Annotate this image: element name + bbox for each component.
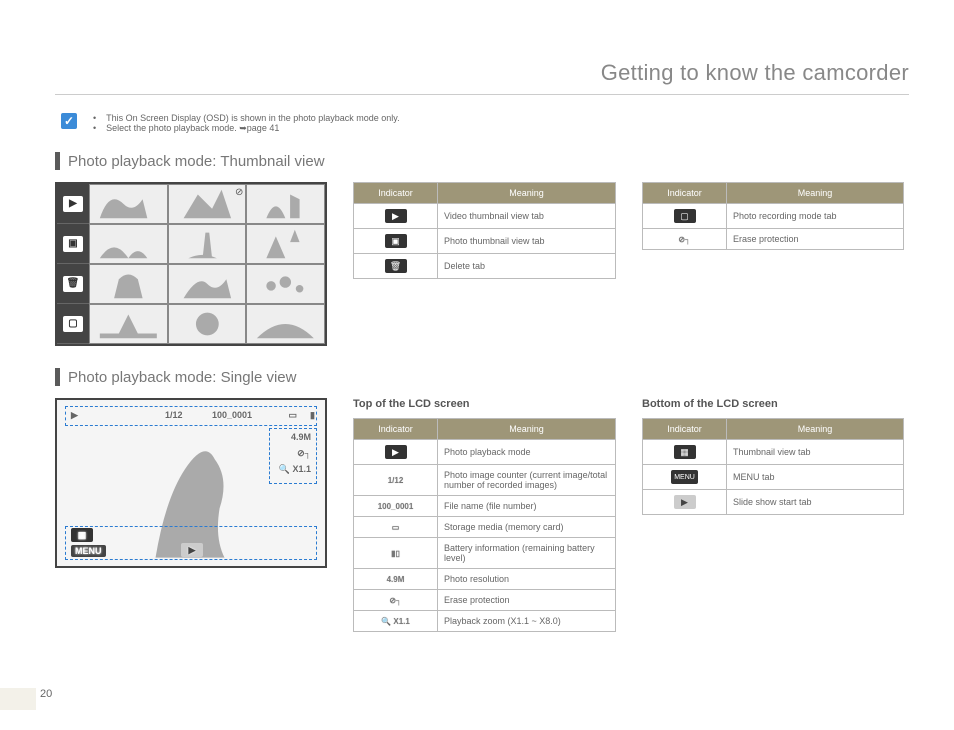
image-counter: 1/12	[165, 410, 183, 420]
section-heading-thumbnail: Photo playback mode: Thumbnail view	[55, 152, 909, 170]
erase-protect-icon: ⊘┐	[678, 235, 690, 244]
erase-protect-icon: ⊘┐	[389, 596, 401, 605]
photo-record-tab-icon: ▢	[674, 209, 696, 223]
video-thumb-tab-icon: ▶	[385, 209, 407, 223]
zoom-indicator: 🔍 X1.1	[381, 617, 410, 626]
page-number-bar	[0, 688, 36, 710]
playback-zoom: X1.1	[292, 464, 311, 474]
photo-playback-icon: ▶	[385, 445, 407, 459]
check-icon: ✓	[61, 113, 77, 129]
table-top-lcd: IndicatorMeaning ▶ Photo playback mode 1/…	[353, 418, 616, 632]
file-name: 100_0001	[212, 410, 252, 420]
delete-tab-icon: 🗑	[385, 259, 407, 273]
thumbnail-view-icon: ▦	[674, 445, 696, 459]
thumbnail[interactable]	[89, 184, 168, 224]
playback-mode-icon: ▶	[71, 410, 78, 421]
note-line-1: This On Screen Display (OSD) is shown in…	[93, 113, 400, 123]
thumbnail[interactable]	[89, 264, 168, 304]
note-line-2: Select the photo playback mode. ➥page 41	[93, 123, 400, 134]
trash-icon: 🗑	[63, 276, 83, 292]
lcd-single-view: ▶ 1/12 100_0001 ▭ ▮ 4.9M ⊘┐ 🔍 X1.1 ▦ MEN…	[55, 398, 327, 568]
filename-indicator: 100_0001	[378, 502, 414, 511]
thumbnail-view-tab-icon[interactable]: ▦	[71, 528, 93, 542]
sidebar-delete-tab[interactable]: 🗑	[57, 264, 89, 304]
thumbnail[interactable]	[168, 304, 247, 344]
thumbnail[interactable]	[168, 224, 247, 264]
camera-icon: ▢	[63, 316, 83, 332]
photo-tab-icon: ▣	[63, 236, 83, 252]
cell-meaning: Battery information (remaining battery l…	[438, 538, 616, 569]
storage-icon: ▭	[288, 410, 297, 421]
cell-meaning: Photo resolution	[438, 569, 616, 590]
zoom-icon: 🔍	[279, 464, 290, 474]
thumbnail[interactable]	[168, 264, 247, 304]
video-tab-icon: ▶	[63, 196, 83, 212]
menu-tab[interactable]: MENU	[71, 545, 106, 557]
cell-meaning: Photo thumbnail view tab	[438, 229, 616, 254]
table-bottom-lcd: IndicatorMeaning ▦ Thumbnail view tab MEN…	[642, 418, 904, 515]
cell-meaning: MENU tab	[727, 465, 904, 490]
th-meaning: Meaning	[438, 419, 616, 440]
thumbnail[interactable]	[89, 224, 168, 264]
cell-meaning: Playback zoom (X1.1 ~ X8.0)	[438, 611, 616, 632]
sidebar-photo-tab[interactable]: ▣	[57, 224, 89, 264]
sidebar-video-tab[interactable]: ▶	[57, 184, 89, 224]
th-meaning: Meaning	[438, 183, 616, 204]
cell-meaning: Delete tab	[438, 254, 616, 279]
resolution-indicator: 4.9M	[387, 575, 405, 584]
lcd-thumbnail-view: ▶ ▣ 🗑 ▢ ⊘	[55, 182, 327, 346]
thumbnail[interactable]	[246, 224, 325, 264]
th-indicator: Indicator	[643, 419, 727, 440]
menu-tab-icon: MENU	[671, 470, 698, 484]
th-indicator: Indicator	[354, 419, 438, 440]
photo-resolution: 4.9M	[291, 432, 311, 442]
top-osd-highlight	[65, 406, 317, 426]
cell-meaning: Erase protection	[438, 590, 616, 611]
subhead-bottom: Bottom of the LCD screen	[642, 398, 904, 410]
cell-meaning: Photo image counter (current image/total…	[438, 465, 616, 496]
memory-card-icon: ▭	[392, 523, 400, 532]
thumbnail[interactable]	[89, 304, 168, 344]
cell-meaning: Photo playback mode	[438, 440, 616, 465]
subhead-top: Top of the LCD screen	[353, 398, 616, 410]
photo-thumb-tab-icon: ▣	[385, 234, 407, 248]
thumbnail[interactable]	[246, 304, 325, 344]
battery-icon: ▮	[310, 410, 315, 421]
th-indicator: Indicator	[643, 183, 727, 204]
th-meaning: Meaning	[727, 183, 904, 204]
th-indicator: Indicator	[354, 183, 438, 204]
slideshow-icon: ▶	[674, 495, 696, 509]
note-block: ✓ This On Screen Display (OSD) is shown …	[55, 113, 909, 134]
cell-meaning: Erase protection	[727, 229, 904, 250]
counter-indicator: 1/12	[388, 476, 404, 485]
cell-meaning: Storage media (memory card)	[438, 517, 616, 538]
thumbnail[interactable]	[246, 184, 325, 224]
cell-meaning: Slide show start tab	[727, 490, 904, 515]
thumbnail[interactable]: ⊘	[168, 184, 247, 224]
cell-meaning: File name (file number)	[438, 496, 616, 517]
table-thumbnail-left: IndicatorMeaning ▶ Video thumbnail view t…	[353, 182, 616, 279]
page-number: 20	[40, 688, 52, 700]
page-title: Getting to know the camcorder	[55, 60, 909, 86]
battery-indicator-icon: ▮▯	[391, 549, 400, 558]
slideshow-start-icon[interactable]: ▶	[181, 543, 203, 557]
cell-meaning: Thumbnail view tab	[727, 440, 904, 465]
protect-icon: ⊘┐	[297, 448, 311, 459]
cell-meaning: Photo recording mode tab	[727, 204, 904, 229]
thumbnail[interactable]	[246, 264, 325, 304]
section-heading-single: Photo playback mode: Single view	[55, 368, 909, 386]
title-divider	[55, 94, 909, 95]
table-thumbnail-right: IndicatorMeaning ▢ Photo recording mode t…	[642, 182, 904, 250]
cell-meaning: Video thumbnail view tab	[438, 204, 616, 229]
sidebar-record-tab[interactable]: ▢	[57, 304, 89, 344]
th-meaning: Meaning	[727, 419, 904, 440]
